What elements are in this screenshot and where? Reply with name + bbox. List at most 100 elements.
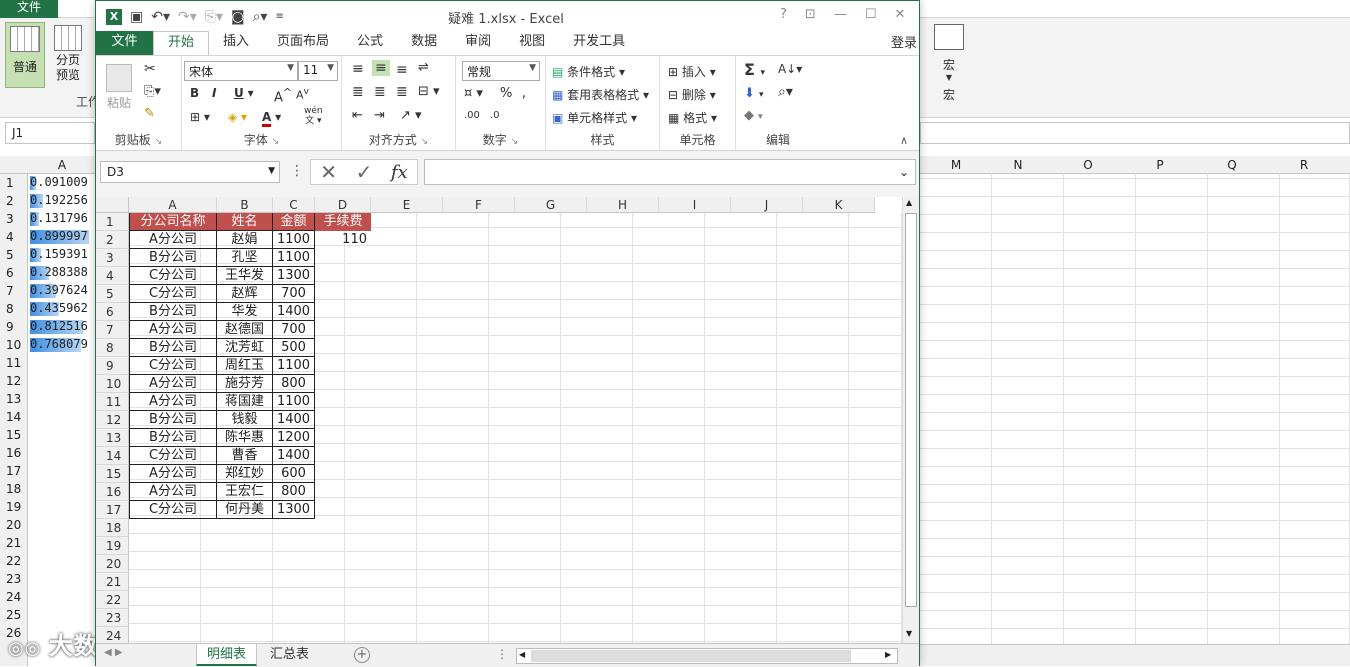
background-row-number[interactable]: 15: [0, 426, 28, 444]
row-header[interactable]: 19: [96, 537, 129, 555]
row-header[interactable]: 11: [96, 393, 129, 411]
data-cell[interactable]: 赵德国: [217, 321, 273, 339]
data-cell[interactable]: 800: [273, 375, 315, 393]
tab-review[interactable]: 审阅: [451, 31, 505, 55]
data-cell[interactable]: B分公司: [129, 249, 217, 267]
column-header-c[interactable]: C: [273, 197, 315, 213]
wrap-text-icon[interactable]: ⇌: [418, 60, 429, 75]
background-col-m[interactable]: M: [920, 156, 992, 174]
font-size-select[interactable]: 11 ▼: [298, 61, 338, 81]
row-header[interactable]: 17: [96, 501, 129, 519]
shrink-font-icon[interactable]: Av: [296, 86, 309, 102]
scroll-right-icon[interactable]: ▶: [885, 650, 891, 659]
row-header[interactable]: 4: [96, 267, 129, 285]
header-cell[interactable]: 分公司名称: [129, 213, 217, 231]
header-cell[interactable]: 手续费: [315, 213, 371, 231]
row-header[interactable]: 23: [96, 609, 129, 627]
tab-developer[interactable]: 开发工具: [559, 31, 639, 55]
background-row-number[interactable]: 24: [0, 588, 28, 606]
background-row-number[interactable]: 13: [0, 390, 28, 408]
bold-button[interactable]: B: [190, 86, 199, 100]
background-col-n[interactable]: N: [992, 156, 1044, 174]
column-header-a[interactable]: A: [129, 197, 217, 213]
row-header[interactable]: 10: [96, 375, 129, 393]
row-header[interactable]: 15: [96, 465, 129, 483]
background-cell-value[interactable]: 0.192256: [30, 192, 96, 209]
background-row-number[interactable]: 3: [0, 210, 28, 228]
row-header[interactable]: 21: [96, 573, 129, 591]
login-link[interactable]: 登录: [891, 32, 917, 51]
scroll-up-icon[interactable]: ▲: [906, 198, 912, 207]
background-row-number[interactable]: 11: [0, 354, 28, 372]
increase-decimal-icon[interactable]: .00: [464, 110, 480, 121]
data-cell[interactable]: C分公司: [129, 447, 217, 465]
tab-file[interactable]: 文件: [96, 31, 153, 55]
data-cell[interactable]: B分公司: [129, 429, 217, 447]
row-header[interactable]: 16: [96, 483, 129, 501]
data-cell[interactable]: 800: [273, 483, 315, 501]
data-cell[interactable]: C分公司: [129, 267, 217, 285]
cell-styles-button[interactable]: ▣ 单元格样式 ▾: [552, 109, 637, 126]
background-row-number[interactable]: 6: [0, 264, 28, 282]
data-cell[interactable]: C分公司: [129, 285, 217, 303]
tab-insert[interactable]: 插入: [209, 31, 263, 55]
data-cell[interactable]: 华发: [217, 303, 273, 321]
data-cell[interactable]: A分公司: [129, 375, 217, 393]
column-header-h[interactable]: H: [587, 197, 659, 213]
decrease-indent-icon[interactable]: ⇤: [352, 108, 363, 123]
cut-icon[interactable]: ✂: [144, 61, 156, 77]
background-row-number[interactable]: 17: [0, 462, 28, 480]
background-cell-value[interactable]: 0.435962: [30, 300, 96, 317]
insert-cells-button[interactable]: ⊞ 插入 ▾: [668, 63, 716, 80]
column-header-d[interactable]: D: [315, 197, 371, 213]
align-center-icon[interactable]: ≣: [374, 84, 386, 100]
background-formula-bar[interactable]: [920, 122, 1350, 144]
data-cell[interactable]: 1100: [273, 231, 315, 249]
scroll-left-icon[interactable]: ◀: [519, 650, 525, 659]
tab-data[interactable]: 数据: [397, 31, 451, 55]
row-header[interactable]: 13: [96, 429, 129, 447]
background-row-number[interactable]: 18: [0, 480, 28, 498]
background-row-number[interactable]: 5: [0, 246, 28, 264]
name-box[interactable]: D3 ▼: [100, 161, 280, 183]
enter-icon[interactable]: ✓: [356, 160, 373, 184]
background-row-number[interactable]: 21: [0, 534, 28, 552]
align-right-icon[interactable]: ≣: [396, 84, 408, 100]
save-icon[interactable]: ▣: [130, 8, 143, 26]
data-cell[interactable]: A分公司: [129, 393, 217, 411]
redo-icon[interactable]: ↷▾: [178, 8, 197, 26]
background-col-o[interactable]: O: [1052, 156, 1124, 174]
tab-view[interactable]: 视图: [505, 31, 559, 55]
data-cell[interactable]: 600: [273, 465, 315, 483]
background-col-p[interactable]: P: [1124, 156, 1196, 174]
data-cell[interactable]: 曹香: [217, 447, 273, 465]
data-cell[interactable]: 1300: [273, 267, 315, 285]
insert-function-icon[interactable]: fx: [391, 162, 408, 183]
background-cell-value[interactable]: 0.091009: [30, 174, 96, 191]
merge-center-icon[interactable]: ⊟ ▾: [418, 84, 440, 99]
data-cell[interactable]: C分公司: [129, 501, 217, 519]
customize-qat-icon[interactable]: ≡: [275, 8, 283, 26]
header-cell[interactable]: 姓名: [217, 213, 273, 231]
clear-icon[interactable]: ◆ ▾: [744, 108, 763, 123]
data-cell[interactable]: 700: [273, 285, 315, 303]
data-cell[interactable]: 1200: [273, 429, 315, 447]
background-col-a[interactable]: A: [28, 156, 96, 174]
background-row-number[interactable]: 4: [0, 228, 28, 246]
data-cell[interactable]: 沈芳虹: [217, 339, 273, 357]
undo-icon[interactable]: ↶▾: [151, 8, 170, 26]
background-row-number[interactable]: 9: [0, 318, 28, 336]
background-col-q[interactable]: Q: [1196, 156, 1268, 174]
row-header[interactable]: 18: [96, 519, 129, 537]
data-cell[interactable]: 赵娟: [217, 231, 273, 249]
background-col-r[interactable]: R: [1268, 156, 1340, 174]
align-bottom-icon[interactable]: ≡: [396, 62, 408, 78]
underline-button[interactable]: U ▾: [234, 86, 254, 100]
data-cell[interactable]: 郑红妙: [217, 465, 273, 483]
sort-filter-icon[interactable]: A↓▾: [778, 62, 802, 76]
background-row-number[interactable]: 10: [0, 336, 28, 354]
background-row-number[interactable]: 16: [0, 444, 28, 462]
background-cell-value[interactable]: 0.768079: [30, 336, 96, 353]
background-namebox[interactable]: J1: [5, 122, 95, 144]
expand-formula-icon[interactable]: ⌄: [899, 165, 909, 179]
